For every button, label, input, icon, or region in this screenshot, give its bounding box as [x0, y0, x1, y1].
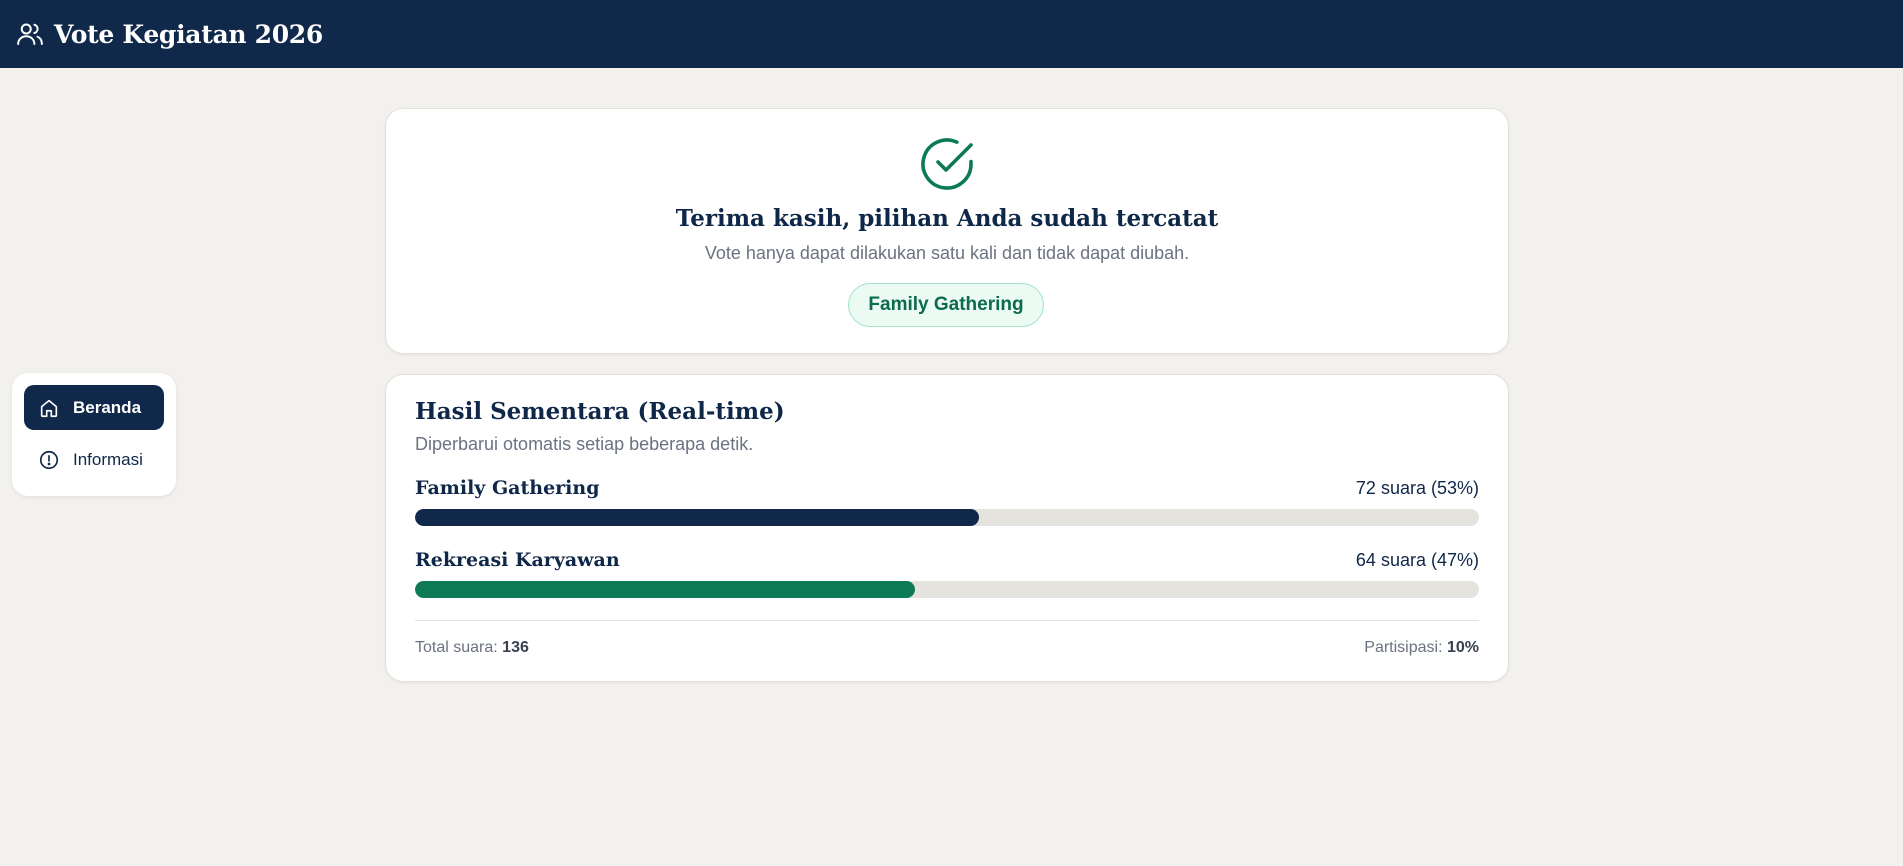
- progress-fill: [415, 581, 916, 598]
- confirmation-title: Terima kasih, pilihan Anda sudah tercata…: [675, 205, 1219, 232]
- option-vote-count: 72 suara (53%): [1355, 478, 1479, 498]
- users-icon: [15, 19, 45, 49]
- info-circle-icon: [38, 449, 60, 471]
- nav-item-label: Beranda: [73, 397, 142, 417]
- top-bar: Vote Kegiatan 2026: [0, 0, 1903, 68]
- nav-item-informasi[interactable]: Informasi: [24, 437, 164, 482]
- check-circle-icon: [918, 135, 976, 193]
- progress-track: [415, 581, 1479, 598]
- participation-label: Partisipasi:: [1364, 639, 1443, 656]
- option-vote-count: 64 suara (47%): [1355, 550, 1479, 570]
- option-name: Rekreasi Karyawan: [415, 549, 620, 571]
- app-title: Vote Kegiatan 2026: [54, 19, 324, 49]
- home-icon: [38, 397, 60, 419]
- progress-fill: [415, 509, 979, 526]
- total-votes-label: Total suara:: [415, 639, 498, 656]
- vote-confirmation-card: Terima kasih, pilihan Anda sudah tercata…: [385, 108, 1509, 354]
- participation: Partisipasi: 10%: [1364, 639, 1479, 657]
- results-title: Hasil Sementara (Real-time): [415, 398, 785, 425]
- result-row-family-gathering: Family Gathering 72 suara (53%): [415, 477, 1479, 529]
- nav-item-beranda[interactable]: Beranda: [24, 385, 164, 430]
- divider: [415, 620, 1479, 621]
- total-votes: Total suara: 136: [415, 639, 529, 657]
- results-card: Hasil Sementara (Real-time) Diperbarui o…: [385, 374, 1509, 682]
- result-row-rekreasi-karyawan: Rekreasi Karyawan 64 suara (47%): [415, 549, 1479, 601]
- side-navigation: Beranda Informasi: [12, 373, 176, 496]
- selected-choice-badge: Family Gathering: [848, 283, 1044, 327]
- total-votes-value: 136: [502, 639, 529, 656]
- confirmation-subtitle: Vote hanya dapat dilakukan satu kali dan…: [704, 243, 1190, 263]
- results-subtitle: Diperbarui otomatis setiap beberapa deti…: [415, 434, 754, 454]
- nav-item-label: Informasi: [73, 449, 143, 469]
- progress-track: [415, 509, 1479, 526]
- option-name: Family Gathering: [415, 477, 600, 499]
- participation-value: 10%: [1446, 639, 1479, 656]
